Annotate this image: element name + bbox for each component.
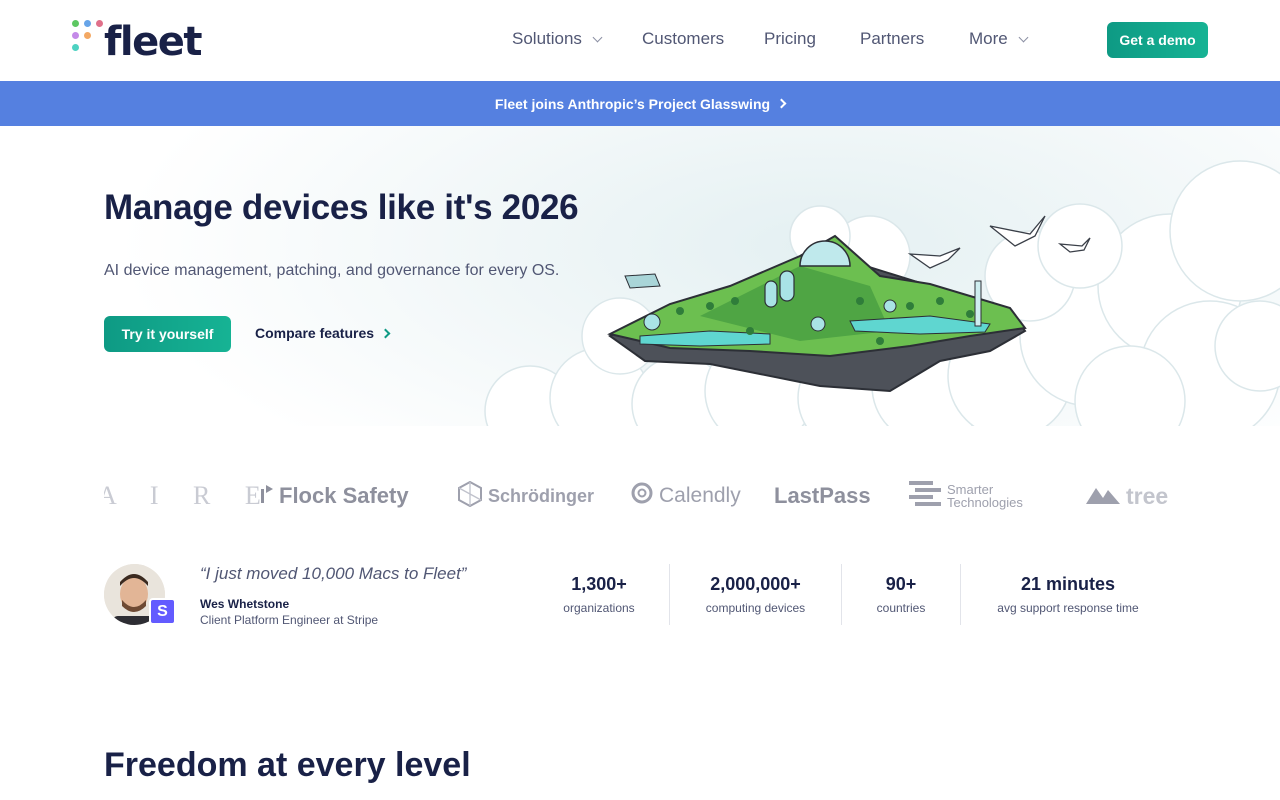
banner-text: Fleet joins Anthropic’s Project Glasswin… bbox=[494, 95, 771, 112]
site-header: fleet Solutions Customers Pricing Partne… bbox=[0, 0, 1280, 81]
stat-organizations: 1,300+ organizations bbox=[550, 574, 648, 615]
calendly-icon bbox=[631, 482, 653, 510]
main-nav: Solutions Customers Pricing Partners Mor… bbox=[0, 29, 1280, 53]
nav-customers[interactable]: Customers bbox=[642, 29, 724, 49]
chevron-down-icon bbox=[592, 32, 603, 42]
try-it-yourself-button[interactable]: Try it yourself bbox=[104, 316, 231, 352]
stat-label: computing devices bbox=[705, 601, 806, 615]
stat-divider bbox=[841, 564, 842, 625]
customer-name: Schrödinger bbox=[488, 485, 595, 506]
customer-logo-strip: A I R E Flock Safety Schrödinger Calendl… bbox=[104, 476, 1176, 516]
customer-name: LastPass bbox=[774, 483, 871, 508]
customer-name-line-2: Technologies bbox=[947, 495, 1023, 510]
nav-customers-label: Customers bbox=[642, 29, 725, 48]
stat-value: 90+ bbox=[885, 574, 917, 594]
stat-label: countries bbox=[876, 601, 926, 615]
customer-name: Calendly bbox=[659, 484, 741, 507]
testimonial-name: Wes Whetstone bbox=[200, 597, 290, 611]
testimonial-quote: “I just moved 10,000 Macs to Fleet” bbox=[200, 564, 467, 583]
section-title: Freedom at every level bbox=[104, 746, 471, 784]
mountain-icon bbox=[1086, 483, 1120, 510]
chevron-right-icon bbox=[380, 328, 391, 338]
stat-value: 21 minutes bbox=[1020, 574, 1116, 594]
hero-section: Manage devices like it's 2026 AI device … bbox=[0, 126, 1280, 426]
nav-pricing-label: Pricing bbox=[764, 29, 816, 48]
customer-logo-smarter-technologies: Smarter Technologies bbox=[909, 476, 1023, 516]
nav-solutions-label: Solutions bbox=[512, 29, 582, 48]
stat-value: 2,000,000+ bbox=[710, 574, 801, 594]
customer-logo-tree: tree bbox=[1086, 476, 1168, 516]
stat-support-response: 21 minutes avg support response time bbox=[984, 574, 1152, 615]
stat-value: 1,300+ bbox=[571, 574, 627, 594]
announcement-banner[interactable]: Fleet joins Anthropic’s Project Glasswin… bbox=[0, 81, 1280, 126]
hero-subtitle: AI device management, patching, and gove… bbox=[104, 262, 560, 279]
nav-more[interactable]: More bbox=[969, 29, 1029, 49]
stat-divider bbox=[960, 564, 961, 625]
schrodinger-cube-icon bbox=[458, 480, 482, 512]
customer-logo-schrodinger: Schrödinger bbox=[458, 476, 594, 516]
testimonial-role: Client Platform Engineer at Stripe bbox=[200, 613, 379, 627]
stat-label: organizations bbox=[563, 601, 635, 615]
nav-partners-label: Partners bbox=[860, 29, 925, 48]
flock-icon bbox=[261, 483, 273, 509]
customer-logo-flock-safety: Flock Safety bbox=[261, 476, 409, 516]
compare-features-label: Compare features bbox=[255, 325, 375, 341]
stat-divider bbox=[669, 564, 670, 625]
hero-title: Manage devices like it's 2026 bbox=[104, 188, 579, 227]
chevron-right-icon bbox=[776, 98, 787, 109]
compare-features-link[interactable]: Compare features bbox=[255, 325, 391, 341]
stat-countries: 90+ countries bbox=[864, 574, 938, 615]
customer-name: Flock Safety bbox=[279, 483, 409, 508]
customer-logo-aire: A I R E bbox=[104, 476, 275, 516]
stripe-badge: S bbox=[149, 598, 176, 625]
nav-solutions[interactable]: Solutions bbox=[512, 29, 603, 49]
nav-partners[interactable]: Partners bbox=[860, 29, 924, 49]
stat-label: avg support response time bbox=[997, 601, 1139, 615]
nav-more-label: More bbox=[969, 29, 1008, 48]
nav-pricing[interactable]: Pricing bbox=[764, 29, 816, 49]
stat-computing-devices: 2,000,000+ computing devices bbox=[690, 574, 821, 615]
customer-logo-lastpass: LastPass bbox=[774, 476, 871, 516]
customer-name: tree bbox=[1126, 482, 1169, 509]
hero-illustration bbox=[484, 160, 1280, 426]
get-demo-button[interactable]: Get a demo bbox=[1107, 22, 1208, 58]
customer-name: A I R E bbox=[104, 481, 275, 510]
customer-logo-calendly: Calendly bbox=[631, 476, 741, 516]
chevron-down-icon bbox=[1018, 32, 1029, 42]
smarter-technologies-icon bbox=[909, 479, 941, 514]
